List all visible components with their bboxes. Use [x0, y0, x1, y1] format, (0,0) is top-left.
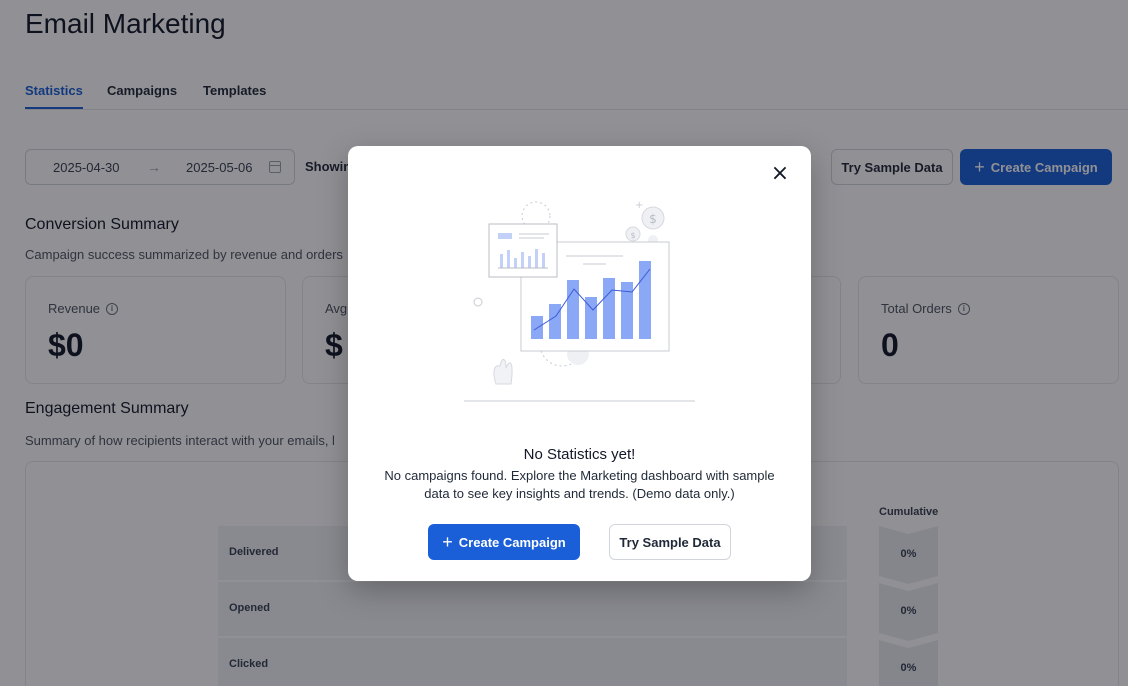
svg-text:$: $ — [630, 231, 635, 240]
modal-description: No campaigns found. Explore the Marketin… — [384, 468, 775, 501]
modal-create-campaign-button[interactable]: + Create Campaign — [428, 524, 580, 560]
modal-title: No Statistics yet! — [523, 446, 636, 463]
close-icon[interactable]: × — [770, 163, 790, 185]
modal-create-campaign-label: Create Campaign — [458, 534, 566, 550]
no-statistics-modal: × $ $ + No Statistics yet! No campaigns … — [348, 146, 811, 581]
svg-text:+: + — [635, 200, 643, 211]
modal-try-sample-data-button[interactable]: Try Sample Data — [609, 524, 731, 560]
empty-statistics-illustration: $ $ + — [464, 200, 695, 402]
plus-icon: + — [442, 532, 453, 552]
svg-text:$: $ — [649, 212, 657, 226]
